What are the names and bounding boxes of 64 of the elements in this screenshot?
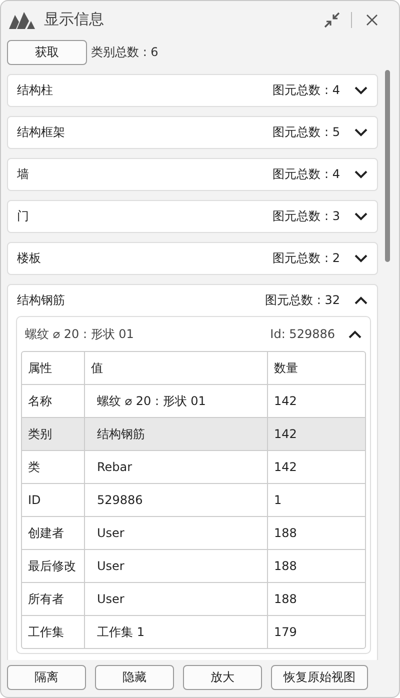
fetch-button[interactable]: 获取: [7, 40, 87, 65]
table-cell: 142: [267, 451, 365, 483]
table-row[interactable]: 类别 结构钢筋 142: [22, 417, 365, 450]
table-cell-text: 类: [27, 458, 41, 476]
category-name: 结构框架: [17, 124, 66, 141]
action-button[interactable]: 放大: [183, 665, 262, 690]
table-cell: 179: [267, 616, 365, 648]
expand-chevron-icon[interactable]: [354, 128, 368, 137]
column-header: 数量: [267, 352, 365, 384]
table-cell-text: 类别: [27, 426, 53, 442]
table-row[interactable]: 所有者 User 188: [22, 582, 365, 615]
collapse-icon[interactable]: [324, 12, 340, 28]
table-row[interactable]: 最后修改 User 188: [22, 549, 365, 582]
table-cell: 188: [267, 550, 365, 582]
table-cell: 188: [267, 517, 365, 549]
expand-chevron-icon[interactable]: [354, 86, 368, 95]
window-title: 显示信息: [44, 10, 104, 29]
table-row[interactable]: 创建者 User 188: [22, 516, 365, 549]
table-cell: 142: [267, 418, 365, 450]
table-cell-text: 最后修改: [27, 558, 77, 574]
table-cell: 工作集 1: [84, 616, 267, 648]
element-count: 图元总数 : 4: [272, 82, 340, 99]
table-cell: Rebar: [84, 451, 267, 483]
table-cell: User: [84, 583, 267, 615]
table-cell: 188: [267, 583, 365, 615]
table-cell: User: [84, 550, 267, 582]
column-header: 属性: [27, 360, 53, 376]
app-logo-icon: [9, 10, 35, 28]
scrollbar-thumb[interactable]: [385, 70, 390, 262]
collapse-chevron-icon[interactable]: [348, 330, 362, 338]
table-cell-text: 所有者: [27, 590, 65, 608]
table-cell-text: 名称: [27, 392, 53, 410]
element-count: 图元总数 : 5: [272, 124, 340, 141]
table-cell: 结构钢筋: [84, 418, 267, 450]
table-cell: 1: [267, 484, 365, 516]
expand-chevron-icon[interactable]: [354, 170, 368, 179]
element-count: 图元总数 : 3: [272, 208, 340, 225]
element-count: 图元总数 : 2: [272, 250, 340, 267]
category-name: 结构柱: [17, 82, 54, 99]
table-cell-text: 创建者: [27, 524, 65, 542]
category-name: 墙: [17, 166, 30, 183]
table-cell-text: 工作集: [27, 624, 65, 640]
action-button[interactable]: 隐藏: [95, 665, 174, 690]
table-row[interactable]: 类 Rebar 142: [22, 450, 365, 483]
table-cell: 529886: [84, 484, 267, 516]
element-name: 螺纹 ⌀ 20 : 形状 01: [25, 326, 135, 342]
category-name: 门: [17, 208, 30, 225]
category-name: 结构钢筋: [17, 292, 66, 309]
table-row[interactable]: ID 529886 1: [22, 483, 365, 516]
element-id: Id: 529886: [270, 327, 335, 341]
expand-chevron-icon[interactable]: [354, 254, 368, 263]
category-name: 楼板: [17, 250, 42, 267]
element-count: 图元总数 : 32: [265, 292, 340, 309]
collapse-chevron-icon[interactable]: [354, 296, 368, 305]
close-icon[interactable]: [366, 14, 378, 26]
expand-chevron-icon[interactable]: [354, 212, 368, 221]
element-count: 图元总数 : 4: [272, 166, 340, 183]
table-cell: User: [84, 517, 267, 549]
action-button[interactable]: 隔离: [7, 665, 86, 690]
action-button[interactable]: 恢复原始视图: [271, 665, 368, 690]
category-count: 类别总数 : 6: [91, 44, 158, 61]
table-row[interactable]: 工作集 工作集 1 179: [22, 615, 365, 648]
column-header: 值: [84, 352, 267, 384]
table-cell-text: ID: [27, 492, 42, 509]
